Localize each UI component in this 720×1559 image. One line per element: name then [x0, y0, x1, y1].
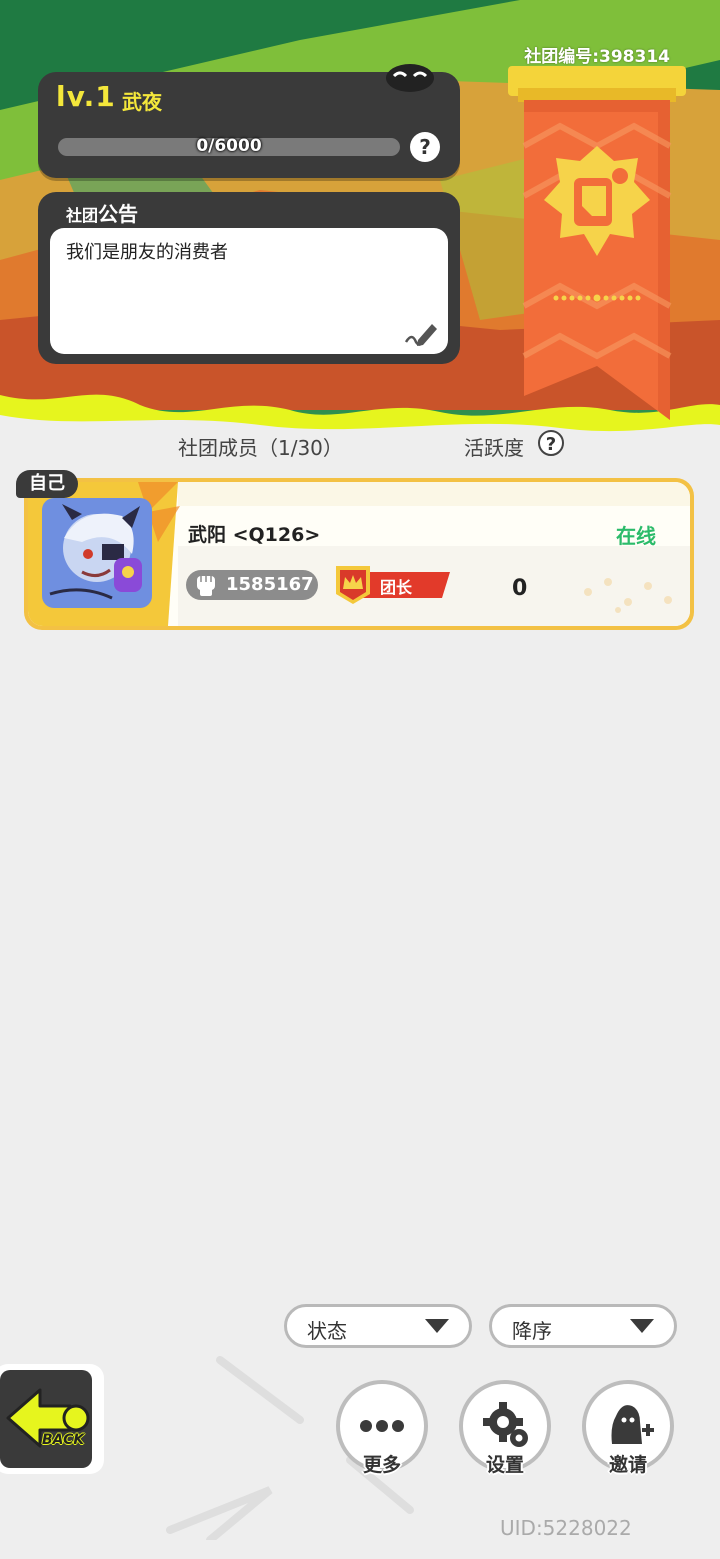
uid-label: UID:5228022 — [500, 1516, 632, 1540]
settings-label: 设置 — [485, 1454, 524, 1476]
notice-text-box[interactable]: 我们是朋友的消费者 — [50, 228, 448, 354]
notice-text: 我们是朋友的消费者 — [66, 242, 228, 263]
back-label: BACK — [42, 1432, 85, 1448]
member-role-text: 团长 — [380, 578, 413, 597]
status-filter-dropdown[interactable]: 状态 — [284, 1304, 472, 1348]
members-count-label: 社团成员（1/30） — [178, 436, 343, 460]
member-card-body: 武阳 <Q126> 在线 1585167 团长 0 — [28, 482, 690, 626]
notice-title-main: 公告 — [98, 202, 139, 226]
member-role-badge: 团长 — [334, 566, 450, 604]
member-name: 武阳 <Q126> — [188, 524, 321, 546]
status-filter-label: 状态 — [307, 1319, 347, 1343]
exp-help-icon[interactable]: ? — [410, 132, 440, 162]
club-exp-bar: 0/6000 — [58, 136, 400, 156]
member-status: 在线 — [616, 524, 656, 548]
member-avatar[interactable] — [42, 498, 152, 608]
more-label: 更多 — [362, 1454, 401, 1476]
order-filter-dropdown[interactable]: 降序 — [489, 1304, 677, 1348]
self-tag: 自己 — [16, 470, 78, 498]
chevron-down-icon — [425, 1319, 449, 1333]
blob-mascot-icon — [384, 58, 436, 92]
club-name: 武夜 — [122, 90, 162, 114]
club-id-label: 社团编号:398314 — [524, 47, 670, 67]
invite-label: 邀请 — [608, 1454, 647, 1476]
club-emblem-banner[interactable] — [508, 66, 686, 422]
member-power-value: 1585167 — [226, 574, 314, 595]
member-card[interactable]: 武阳 <Q126> 在线 1585167 团长 0 — [24, 478, 694, 630]
club-level-card: lv.1 武夜 0/6000 ? — [38, 64, 460, 178]
back-button[interactable]: BACK — [0, 1364, 104, 1474]
activity-help-icon[interactable]: ? — [538, 430, 564, 456]
back-button-face: BACK — [0, 1370, 92, 1468]
edit-pencil-icon[interactable] — [402, 318, 440, 350]
invite-user-icon — [604, 1398, 656, 1450]
fist-icon — [192, 572, 220, 598]
order-filter-label: 降序 — [512, 1319, 552, 1343]
more-dots-icon — [358, 1418, 406, 1434]
club-exp-text: 0/6000 — [196, 136, 262, 156]
club-notice-card: 社团公告 我们是朋友的消费者 — [38, 192, 460, 364]
chevron-down-icon — [630, 1319, 654, 1333]
notice-title: 社团公告 — [66, 198, 138, 227]
member-activity-value: 0 — [512, 576, 528, 601]
member-power-badge: 1585167 — [186, 570, 318, 600]
club-level: lv.1 — [56, 80, 116, 113]
crown-icon — [342, 574, 364, 592]
gear-icon — [481, 1400, 531, 1450]
activity-label: 活跃度 — [464, 436, 524, 460]
notice-title-prefix: 社团 — [66, 206, 99, 225]
